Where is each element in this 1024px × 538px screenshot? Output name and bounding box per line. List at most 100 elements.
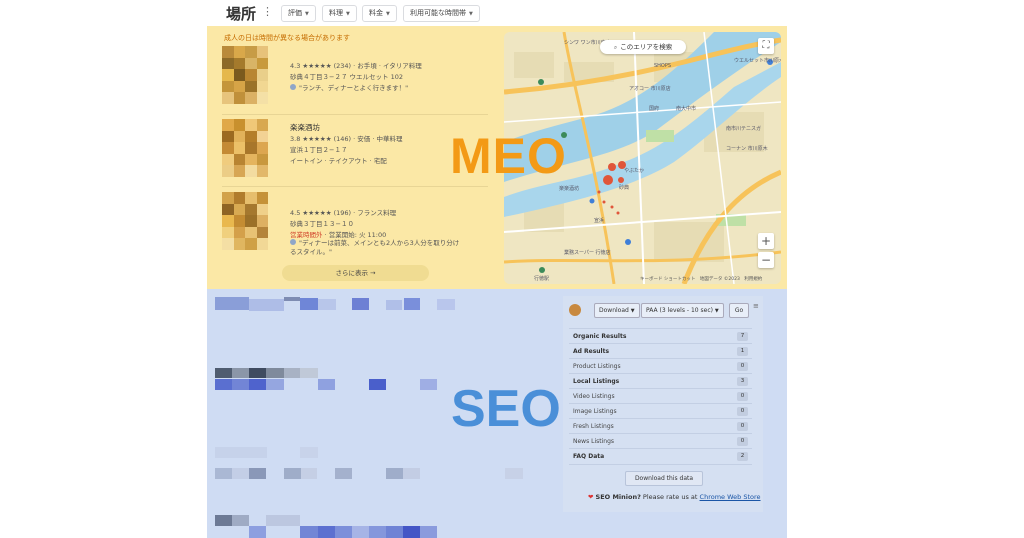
review-text: "ディナーは前菜、メインとも2人から3人分を取り分けるスタイル。" [290, 239, 460, 256]
divider [222, 186, 488, 187]
result-row-ads[interactable]: Ad Results 1 [569, 343, 752, 359]
listing-services: イートイン · テイクアウト · 宅配 [290, 157, 387, 165]
result-row-fresh[interactable]: Fresh Listings 0 [569, 418, 752, 434]
result-count: 7 [737, 332, 748, 341]
result-row-image[interactable]: Image Listings 0 [569, 403, 752, 419]
rate-us-text: ❤ SEO Minion? Please rate us at Chrome W… [588, 493, 761, 501]
result-count: 0 [737, 422, 748, 431]
more-options-icon[interactable]: ⋮ [262, 6, 273, 18]
listing-name[interactable]: 楽楽酒坊 [290, 122, 320, 133]
chip-label: 評価 [288, 9, 302, 17]
listing-address: 砂典４丁目３−２７ ウエルセット 102 [290, 73, 403, 81]
chip-label: 料理 [329, 9, 343, 17]
rate-text: Please rate us at [640, 493, 700, 501]
reviewer-avatar-icon [290, 84, 296, 90]
result-count: 0 [737, 437, 748, 446]
svg-text:やぶたか: やぶたか [624, 167, 644, 174]
listing-review: "ランチ、ディナーとよく行きます！" [290, 82, 408, 92]
chevron-down-icon: ▼ [305, 11, 309, 17]
svg-text:アオコー 市川原店: アオコー 市川原店 [629, 85, 671, 92]
chevron-down-icon: ▼ [714, 308, 719, 314]
zoom-in-button[interactable]: + [758, 233, 774, 249]
chevron-down-icon: ▼ [469, 11, 473, 17]
svg-text:行徳駅: 行徳駅 [534, 275, 549, 282]
search-this-area-label: このエリアを検索 [620, 43, 673, 51]
result-count: 2 [737, 452, 748, 461]
divider [222, 114, 488, 115]
meo-section-label: MEO [450, 128, 567, 184]
result-label: Local Listings [573, 378, 620, 385]
download-select-label: Download [599, 307, 629, 314]
show-more-button[interactable]: さらに表示 → [282, 265, 429, 281]
result-count: 0 [737, 392, 748, 401]
result-label: Fresh Listings [573, 423, 614, 430]
listing-rating: 4.5 ★★★★★ (196) · フランス料理 [290, 209, 397, 217]
svg-text:砂典: 砂典 [619, 184, 629, 191]
listing-review: "ディナーは前菜、メインとも2人から3人分を取り分けるスタイル。" [290, 239, 460, 257]
closed-status: 営業時間外 [290, 231, 323, 239]
reviewer-avatar-icon [290, 239, 296, 245]
filter-chip-cuisine[interactable]: 料理 ▼ [322, 5, 357, 22]
result-label: Ad Results [573, 348, 610, 355]
listing-address: 砂典３丁目１３−１０ [290, 220, 354, 228]
svg-text:国府: 国府 [649, 105, 659, 112]
result-row-organic[interactable]: Organic Results 7 [569, 328, 752, 344]
opening-time: · 営業開始: 火 11:00 [322, 231, 387, 239]
svg-text:南大中市: 南大中市 [676, 105, 696, 112]
chip-label: 料金 [369, 9, 383, 17]
result-label: Image Listings [573, 408, 617, 415]
svg-text:ウエルセット市川原木店: ウエルセット市川原木店 [734, 57, 781, 64]
chip-label: 利用可能な時間帯 [410, 9, 466, 17]
search-icon: ⌕ [613, 44, 618, 51]
paa-select[interactable]: PAA (3 levels - 10 sec) ▼ [641, 303, 724, 318]
fullscreen-icon[interactable]: ⛶ [758, 38, 774, 54]
svg-text:南市川テニスガ: 南市川テニスガ [726, 125, 761, 132]
listing-rating: 4.3 ★★★★★ (234) · お手頃 · イタリア料理 [290, 62, 422, 70]
result-row-products[interactable]: Product Listings 0 [569, 358, 752, 374]
result-label: Product Listings [573, 363, 621, 370]
menu-icon[interactable]: ≡ [753, 302, 759, 310]
map-footer: キーボード ショートカット 地図データ ©2023 利用規約 [640, 277, 763, 282]
filter-chip-price[interactable]: 料金 ▼ [362, 5, 397, 22]
rate-brand: SEO Minion? [595, 493, 641, 501]
result-count: 0 [737, 407, 748, 416]
result-label: Video Listings [573, 393, 615, 400]
chevron-down-icon: ▼ [386, 11, 390, 17]
heart-icon: ❤ [588, 493, 594, 501]
paa-select-label: PAA (3 levels - 10 sec) [646, 307, 713, 314]
result-label: Organic Results [573, 333, 627, 340]
page-title: 場所 [226, 5, 257, 23]
download-data-button[interactable]: Download this data [625, 471, 703, 486]
chevron-down-icon: ▼ [630, 308, 635, 314]
result-row-faq[interactable]: FAQ Data 2 [569, 448, 752, 465]
chrome-web-store-link[interactable]: Chrome Web Store [700, 493, 761, 501]
listing-thumbnail[interactable] [222, 46, 268, 104]
zoom-out-button[interactable]: − [758, 252, 774, 268]
svg-text:宣浜: 宣浜 [594, 217, 604, 224]
svg-text:楽楽酒坊: 楽楽酒坊 [559, 185, 579, 192]
listing-thumbnail[interactable] [222, 192, 268, 250]
download-select[interactable]: Download ▼ [594, 303, 640, 318]
filter-chip-hours[interactable]: 利用可能な時間帯 ▼ [403, 5, 480, 22]
search-this-area-button[interactable]: ⌕ このエリアを検索 [600, 40, 686, 54]
filter-chip-rating[interactable]: 評価 ▼ [281, 5, 316, 22]
result-count: 0 [737, 362, 748, 371]
chevron-down-icon: ▼ [346, 11, 350, 17]
result-count: 3 [737, 377, 748, 386]
review-text: "ランチ、ディナーとよく行きます！" [299, 84, 409, 92]
seo-section-label: SEO [451, 380, 561, 438]
result-label: FAQ Data [573, 453, 605, 460]
seo-minion-logo-icon [569, 304, 581, 316]
listing-rating: 3.8 ★★★★★ (146) · 安価 · 中華料理 [290, 135, 403, 143]
result-count: 1 [737, 347, 748, 356]
listing-thumbnail[interactable] [222, 119, 268, 177]
listing-address: 宣浜１丁目２−１７ [290, 146, 348, 154]
result-row-video[interactable]: Video Listings 0 [569, 388, 752, 404]
result-row-local[interactable]: Local Listings 3 [569, 373, 752, 389]
go-button[interactable]: Go [729, 303, 749, 318]
svg-text:SHOPS: SHOPS [654, 63, 671, 69]
svg-text:コーナン 市川原木: コーナン 市川原木 [726, 145, 768, 152]
result-row-news[interactable]: News Listings 0 [569, 433, 752, 449]
listing-hours: 営業時間外 · 営業開始: 火 11:00 [290, 229, 386, 239]
svg-text:業務スーパー 行徳店: 業務スーパー 行徳店 [564, 249, 611, 256]
